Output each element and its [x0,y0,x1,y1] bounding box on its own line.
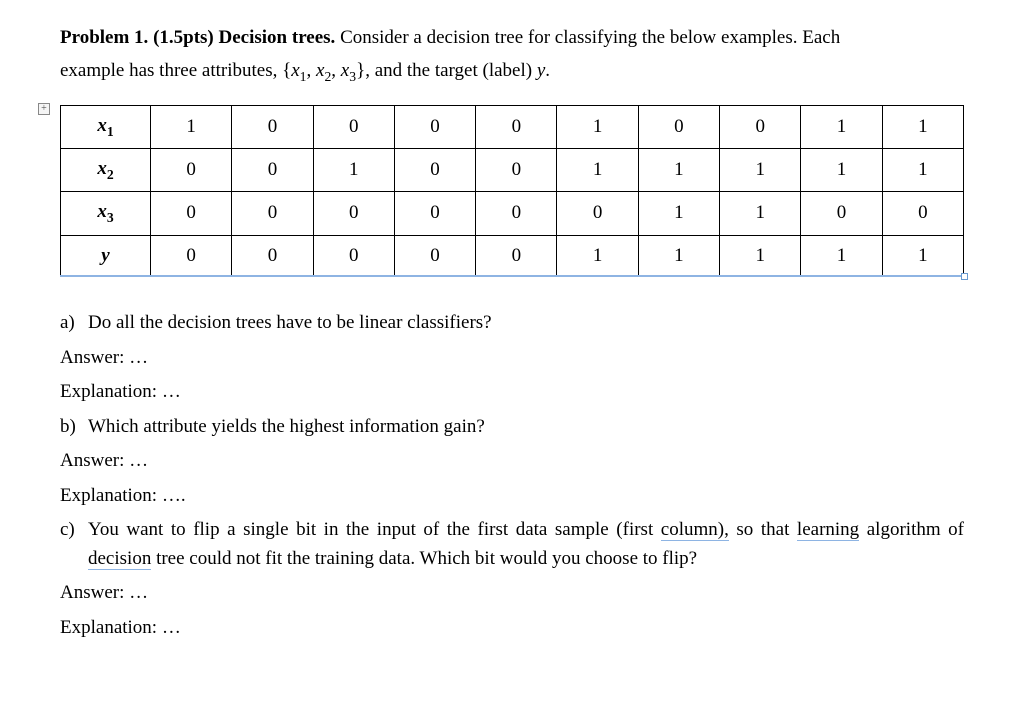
table-cell: 0 [313,235,394,277]
row-header: x2 [61,149,151,192]
table-cell: 1 [557,149,638,192]
table-cell: 0 [232,235,313,277]
table-row: x11000010011 [61,105,964,148]
problem-points: (1.5pts) [153,27,214,48]
question-b-text: Which attribute yields the highest infor… [88,416,485,437]
table-cell: 1 [801,149,882,192]
table-cell: 0 [313,105,394,148]
row-header: x1 [61,105,151,148]
table-cell: 1 [151,105,232,148]
spellcheck-underline: learning [797,519,859,541]
table-cell: 1 [638,149,719,192]
table-row: x30000001100 [61,192,964,235]
question-a: a)Do all the decision trees have to be l… [60,309,964,338]
table-cell: 1 [801,105,882,148]
table-row: y0000011111 [61,235,964,277]
question-b-letter: b) [60,413,88,442]
question-a-text: Do all the decision trees have to be lin… [88,312,492,333]
data-table-wrapper: x11000010011x20010011111x30000001100y000… [60,105,964,277]
table-cell: 1 [720,235,801,277]
table-cell: 0 [720,105,801,148]
question-c-letter: c) [60,516,88,573]
table-cell: 0 [151,235,232,277]
table-cell: 1 [557,105,638,148]
table-cell: 0 [151,149,232,192]
table-cell: 0 [151,192,232,235]
problem-header: Problem 1. (1.5pts) Decision trees. Cons… [60,24,964,53]
problem-title: Decision trees. [219,27,336,48]
table-cell: 1 [313,149,394,192]
table-cell: 0 [394,235,475,277]
table-cell: 0 [476,105,557,148]
answer-b: Answer: … [60,447,964,476]
explanation-b: Explanation: …. [60,482,964,511]
intro-line2: example has three attributes, {x1, x2, x… [60,57,964,87]
table-cell: 1 [882,149,963,192]
expand-icon[interactable]: + [38,103,50,115]
problem-number: Problem 1. [60,27,148,48]
intro-part1: Consider a decision tree for classifying… [340,27,840,48]
table-cell: 1 [882,235,963,277]
table-cell: 0 [232,105,313,148]
question-a-letter: a) [60,309,88,338]
explanation-a: Explanation: … [60,378,964,407]
table-cell: 1 [882,105,963,148]
table-cell: 1 [557,235,638,277]
questions-block: a)Do all the decision trees have to be l… [60,309,964,642]
table-cell: 0 [232,192,313,235]
data-table: x11000010011x20010011111x30000001100y000… [60,105,964,277]
table-row: x20010011111 [61,149,964,192]
answer-a: Answer: … [60,344,964,373]
question-b: b)Which attribute yields the highest inf… [60,413,964,442]
spellcheck-underline: decision [88,548,151,570]
table-cell: 0 [232,149,313,192]
table-cell: 1 [638,192,719,235]
table-cell: 1 [638,235,719,277]
table-cell: 1 [801,235,882,277]
question-c: c) You want to flip a single bit in the … [60,516,964,573]
answer-c: Answer: … [60,579,964,608]
table-cell: 0 [394,105,475,148]
table-cell: 1 [720,192,801,235]
table-cell: 0 [801,192,882,235]
table-cell: 0 [394,192,475,235]
table-cell: 0 [882,192,963,235]
table-cell: 0 [557,192,638,235]
table-cell: 0 [476,192,557,235]
explanation-c: Explanation: … [60,614,964,643]
row-header: y [61,235,151,277]
table-cell: 0 [476,235,557,277]
question-c-text: You want to flip a single bit in the inp… [88,516,964,573]
table-cell: 0 [638,105,719,148]
table-cell: 0 [394,149,475,192]
spellcheck-underline: column), [661,519,729,541]
row-header: x3 [61,192,151,235]
table-cell: 0 [476,149,557,192]
table-cell: 0 [313,192,394,235]
table-cell: 1 [720,149,801,192]
